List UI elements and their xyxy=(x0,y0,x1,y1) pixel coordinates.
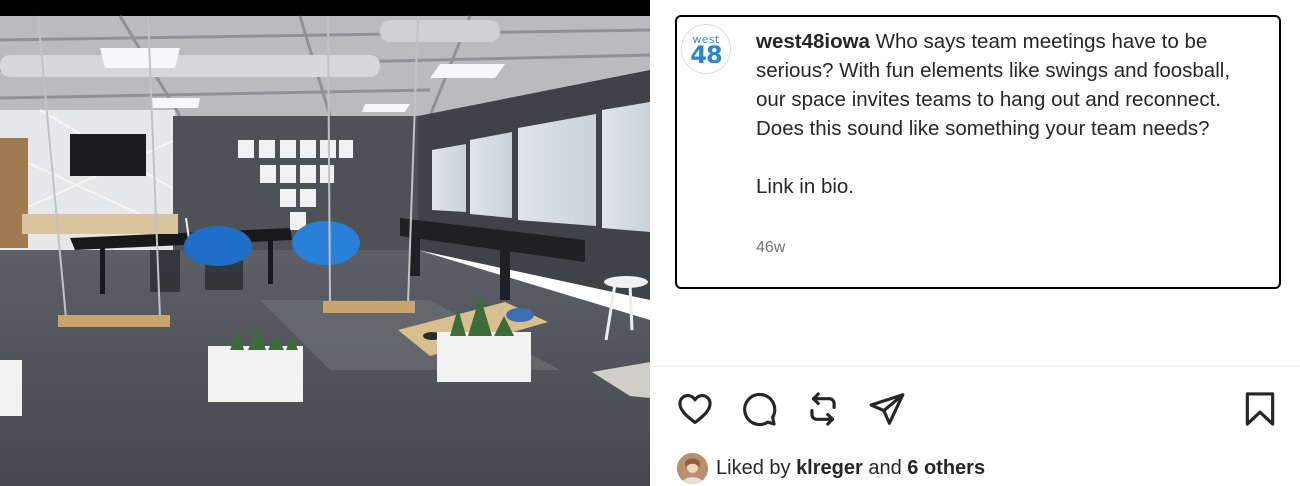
save-button[interactable] xyxy=(1241,390,1279,428)
caption-box: west 48 west48iowa Who says team meeting… xyxy=(675,15,1281,289)
likes-conjunction: and xyxy=(868,456,902,479)
post-timestamp[interactable]: 46w xyxy=(756,239,785,257)
repost-button[interactable] xyxy=(804,390,842,428)
likes-prefix: Liked by xyxy=(716,456,791,479)
post-caption: west48iowa Who says team meetings have t… xyxy=(756,27,1261,201)
comment-icon xyxy=(743,392,777,427)
author-username[interactable]: west48iowa xyxy=(756,30,870,53)
section-divider xyxy=(650,366,1300,367)
send-icon xyxy=(869,393,905,425)
bookmark-icon xyxy=(1245,392,1275,426)
like-button[interactable] xyxy=(676,390,714,428)
likes-others-link[interactable]: 6 others xyxy=(907,457,985,479)
avatar-logo-number: 48 xyxy=(690,41,722,69)
liker-avatar[interactable] xyxy=(677,452,708,484)
person-photo-icon xyxy=(677,452,708,484)
heart-icon xyxy=(678,393,712,425)
office-lounge-photo xyxy=(0,0,650,486)
post-image xyxy=(0,0,650,486)
caption-link-note: Link in bio. xyxy=(756,175,855,198)
share-button[interactable] xyxy=(868,390,906,428)
comment-button[interactable] xyxy=(740,390,778,428)
likes-text: Liked by klreger and 6 others xyxy=(716,457,985,480)
likes-summary: Liked by klreger and 6 others xyxy=(677,452,985,484)
repost-icon xyxy=(810,392,836,426)
author-avatar[interactable]: west 48 xyxy=(681,24,731,74)
first-liker-username[interactable]: klreger xyxy=(796,457,863,479)
